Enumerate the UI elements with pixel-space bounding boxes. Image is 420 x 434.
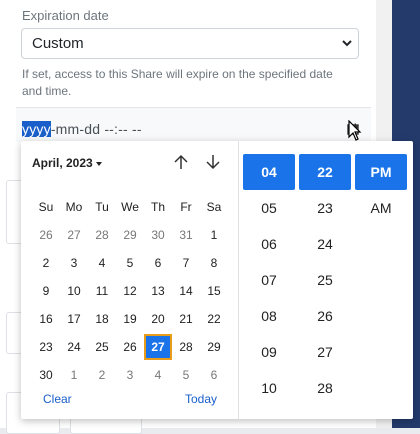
day-cell[interactable]: 17 [60,308,88,330]
arrow-down-icon[interactable] [204,153,222,171]
minute-option-selected[interactable]: 22 [299,154,351,190]
hour-option[interactable]: 09 [243,334,295,370]
expiration-help-text: If set, access to this Share will expire… [22,67,333,98]
weekday-label: Fr [180,200,192,214]
hour-option[interactable]: 05 [243,190,295,226]
minute-option[interactable]: 25 [299,262,351,298]
weekday-header: Su Mo Tu We Th Fr Sa [32,193,229,221]
day-cell[interactable]: 1 [60,364,88,386]
day-cell[interactable]: 7 [172,252,200,274]
day-cell[interactable]: 18 [88,308,116,330]
ampm-option-selected[interactable]: PM [355,154,407,190]
year-segment[interactable]: yyyy [22,121,51,137]
week-row: 30 1 2 3 4 5 6 [32,361,229,389]
hour-option[interactable]: 10 [243,370,295,406]
ampm-option[interactable]: AM [355,190,407,226]
day-cell[interactable]: 27 [60,224,88,246]
minute-column: 22 23 24 25 26 27 28 [299,154,351,406]
today-button[interactable]: Today [185,392,217,406]
day-cell[interactable]: 9 [32,280,60,302]
day-cell[interactable]: 31 [172,224,200,246]
week-row: 26 27 28 29 30 31 1 [32,221,229,249]
day-cell[interactable]: 3 [116,364,144,386]
datetime-input[interactable]: yyyy-mm-dd --:-- -- [16,107,371,142]
weekday-label: Sa [206,200,222,214]
datetime-rest-segments[interactable]: -mm-dd --:-- -- [51,121,142,137]
day-cell[interactable]: 6 [144,252,172,274]
minute-option[interactable]: 23 [299,190,351,226]
week-row: 9 10 11 12 13 14 15 [32,277,229,305]
calendar-panel: April, 2023 Su Mo Tu We Th Fr Sa 26 27 2… [21,141,238,419]
week-row: 2 3 4 5 6 7 8 [32,249,229,277]
expiration-select-value: Custom [32,35,84,52]
day-cell[interactable]: 4 [88,252,116,274]
day-cell[interactable]: 5 [116,252,144,274]
week-row: 16 17 18 19 20 21 22 [32,305,229,333]
panel-divider [238,141,239,419]
day-cell[interactable]: 16 [32,308,60,330]
arrow-up-icon[interactable] [172,153,190,171]
expiration-date-label: Expiration date [22,8,109,23]
day-cell[interactable]: 10 [60,280,88,302]
chevron-down-icon [342,40,352,47]
day-cell[interactable]: 28 [172,336,200,358]
week-row: 23 24 25 26 27 28 29 [32,333,229,361]
day-cell[interactable]: 2 [88,364,116,386]
day-cell[interactable]: 29 [116,224,144,246]
weekday-label: Tu [95,200,109,214]
minute-option[interactable]: 26 [299,298,351,334]
weekday-label: We [121,200,139,214]
day-cell[interactable]: 28 [88,224,116,246]
hour-option-selected[interactable]: 04 [243,154,295,190]
day-cell[interactable]: 12 [116,280,144,302]
day-cell[interactable]: 23 [32,336,60,358]
day-cell[interactable]: 15 [200,280,228,302]
day-cell[interactable]: 5 [172,364,200,386]
month-year-dropdown[interactable]: April, 2023 [32,156,102,170]
day-cell[interactable]: 20 [144,308,172,330]
day-cell[interactable]: 29 [200,336,228,358]
day-cell[interactable]: 19 [116,308,144,330]
day-cell[interactable]: 2 [32,252,60,274]
day-cell[interactable]: 24 [60,336,88,358]
datetime-picker-popup: April, 2023 Su Mo Tu We Th Fr Sa 26 27 2… [21,141,413,419]
weekday-label: Mo [65,200,83,214]
day-cell[interactable]: 30 [144,224,172,246]
day-cell[interactable]: 14 [172,280,200,302]
datetime-text[interactable]: yyyy-mm-dd --:-- -- [22,121,142,137]
day-cell[interactable]: 1 [200,224,228,246]
weekday-label: Th [150,200,165,214]
day-cell[interactable]: 21 [172,308,200,330]
caret-down-icon [95,161,102,166]
day-cell[interactable]: 25 [88,336,116,358]
day-cell[interactable]: 26 [32,224,60,246]
expiration-select[interactable]: Custom [21,28,359,59]
day-cell[interactable]: 30 [32,364,60,386]
day-cell[interactable]: 26 [116,336,144,358]
day-cell[interactable]: 6 [200,364,228,386]
minute-option[interactable]: 24 [299,226,351,262]
ampm-column: PM AM [355,154,407,226]
minute-option[interactable]: 27 [299,334,351,370]
hour-option[interactable]: 08 [243,298,295,334]
day-cell[interactable]: 11 [88,280,116,302]
day-cell[interactable]: 8 [200,252,228,274]
day-cell[interactable]: 3 [60,252,88,274]
time-panel: 04 05 06 07 08 09 10 22 23 24 25 26 27 2… [243,141,413,419]
calendar-grid: Su Mo Tu We Th Fr Sa 26 27 28 29 30 31 1… [32,193,229,389]
day-cell-selected[interactable]: 27 [144,334,172,360]
hour-option[interactable]: 06 [243,226,295,262]
hour-column: 04 05 06 07 08 09 10 [243,154,295,406]
mouse-pointer-icon [348,120,362,141]
day-cell[interactable]: 22 [200,308,228,330]
hour-option[interactable]: 07 [243,262,295,298]
month-year-label: April, 2023 [32,156,93,170]
day-cell[interactable]: 13 [144,280,172,302]
weekday-label: Su [38,200,54,214]
clear-button[interactable]: Clear [43,392,72,406]
day-cell[interactable]: 4 [144,364,172,386]
minute-option[interactable]: 28 [299,370,351,406]
